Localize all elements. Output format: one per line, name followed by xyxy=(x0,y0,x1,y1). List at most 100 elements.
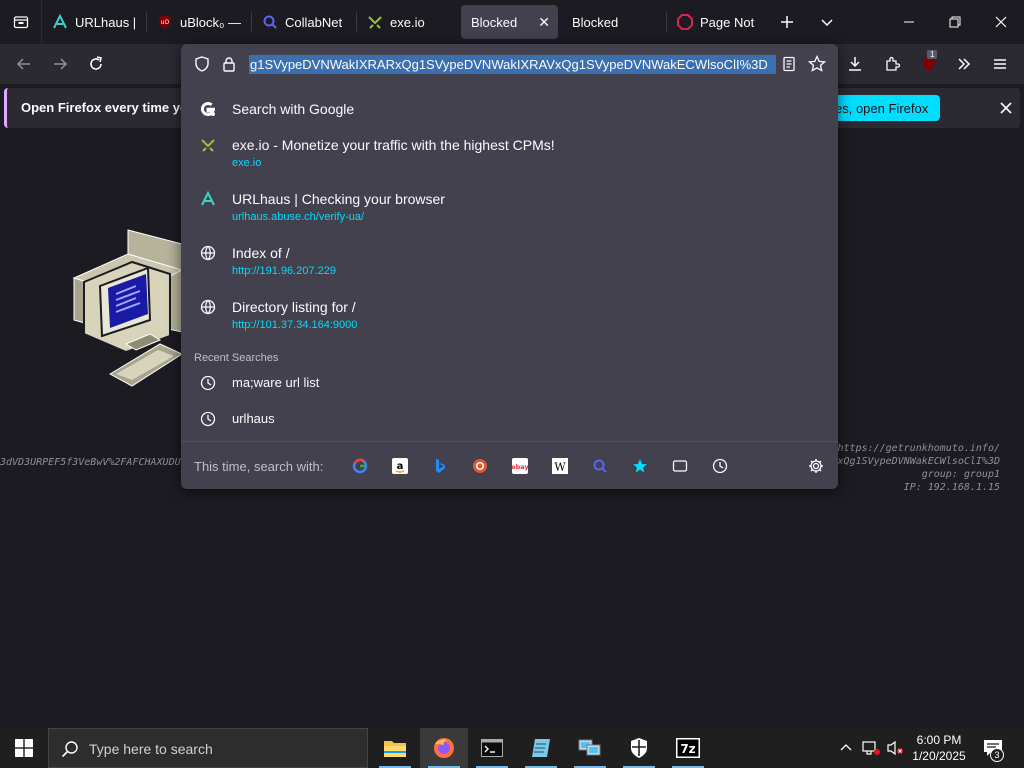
group-label: group: group1 xyxy=(921,469,1000,480)
double-chevron-icon xyxy=(958,58,971,70)
bing-icon[interactable] xyxy=(432,458,448,474)
tracking-protection-shield-icon[interactable] xyxy=(194,56,210,72)
volume-tray-button[interactable] xyxy=(884,728,906,768)
close-window-button[interactable] xyxy=(978,0,1024,44)
recent-search-row[interactable]: ma;ware url list xyxy=(181,370,838,400)
restore-button[interactable] xyxy=(932,0,978,44)
new-tab-button[interactable] xyxy=(767,0,807,44)
tab-exeio[interactable]: exe.io xyxy=(357,0,457,44)
ebay-icon[interactable]: ebay xyxy=(512,458,528,474)
terminal-taskbar-button[interactable] xyxy=(468,728,516,768)
result-title: Directory listing for / xyxy=(232,299,356,315)
recent-searches-header: Recent Searches xyxy=(194,352,279,364)
page-not-found-icon xyxy=(677,14,693,30)
tab-ublock[interactable]: uO uBlock₀ — xyxy=(147,0,251,44)
tab-page-not-found[interactable]: Page Not F xyxy=(667,0,767,44)
recent-search-row[interactable]: urlhaus xyxy=(181,406,838,436)
search-suggestion-row[interactable]: Search with Google xyxy=(181,96,838,128)
security-taskbar-button[interactable] xyxy=(615,728,663,768)
forward-button[interactable] xyxy=(48,52,72,76)
taskbar-search-box[interactable]: Type here to search xyxy=(48,728,368,768)
network-taskbar-button[interactable] xyxy=(566,728,614,768)
globe-icon xyxy=(199,298,217,316)
firefox-view-button[interactable] xyxy=(0,0,42,44)
tab-bar: URLhaus | Ch uO uBlock₀ — CollabNet exe.… xyxy=(0,0,1024,44)
start-button[interactable] xyxy=(0,728,48,768)
tab-blocked[interactable]: Blocked xyxy=(562,0,666,44)
minimize-button[interactable] xyxy=(886,0,932,44)
reader-view-icon[interactable] xyxy=(781,56,797,72)
svg-text:ebay: ebay xyxy=(512,463,528,471)
history-icon[interactable] xyxy=(712,458,728,474)
firefox-taskbar-button[interactable] xyxy=(420,728,468,768)
exeio-icon xyxy=(199,136,217,154)
urlhaus-icon xyxy=(52,14,68,30)
lock-icon[interactable] xyxy=(221,56,237,72)
notification-close-button[interactable] xyxy=(995,97,1017,119)
tab-title: Blocked xyxy=(572,14,619,30)
close-tab-icon[interactable]: ✕ xyxy=(538,14,550,31)
action-center-button[interactable]: 3 xyxy=(976,728,1010,768)
history-result-row[interactable]: Directory listing for / http://101.37.34… xyxy=(181,294,838,336)
file-explorer-taskbar-button[interactable] xyxy=(371,728,419,768)
clock[interactable]: 6:00 PM 1/20/2025 xyxy=(906,732,972,764)
close-icon xyxy=(1000,102,1012,114)
folder-icon xyxy=(384,741,406,757)
result-url: http://191.96.207.229 xyxy=(232,265,336,277)
search-placeholder: Type here to search xyxy=(89,741,213,757)
svg-text:a: a xyxy=(397,461,404,472)
puzzle-icon xyxy=(886,56,900,71)
svg-text:7z: 7z xyxy=(680,742,695,756)
notepad-taskbar-button[interactable] xyxy=(517,728,565,768)
ublock-icon: uO xyxy=(157,14,173,30)
wikipedia-icon[interactable]: W xyxy=(552,458,568,474)
notepad-icon xyxy=(532,739,550,757)
tab-collabnet[interactable]: CollabNet xyxy=(252,0,356,44)
svg-text:W: W xyxy=(554,461,566,474)
bookmark-star-icon[interactable] xyxy=(808,55,826,73)
globe-icon xyxy=(199,244,217,262)
tab-title: Page Not F xyxy=(700,14,757,30)
svg-text:uO: uO xyxy=(161,19,170,26)
history-result-row[interactable]: Index of / http://191.96.207.229 xyxy=(181,240,838,282)
7zip-taskbar-button[interactable]: 7z xyxy=(664,728,712,768)
show-hidden-icons-button[interactable] xyxy=(836,728,856,768)
clock-time: 6:00 PM xyxy=(916,733,962,747)
url-input[interactable]: g1SVypeDVNWakIXRARxQg1SVypeDVNWakIXRAVxQ… xyxy=(249,55,776,74)
bookmarks-icon[interactable] xyxy=(632,458,648,474)
urlhaus-icon xyxy=(199,190,217,208)
restore-icon xyxy=(949,16,961,28)
network-computers-icon xyxy=(578,739,601,756)
extensions-button[interactable] xyxy=(880,52,904,76)
minimize-icon xyxy=(904,21,914,23)
result-title: exe.io - Monetize your traffic with the … xyxy=(232,137,555,153)
reload-button[interactable] xyxy=(84,52,108,76)
tab-blocked-active[interactable]: Blocked ✕ xyxy=(461,5,558,39)
ip-label: IP: 192.168.1.15 xyxy=(903,482,1000,493)
address-bar[interactable]: g1SVypeDVNWakIXRARxQg1SVypeDVNWakIXRAVxQ… xyxy=(181,44,838,84)
overflow-menu-button[interactable] xyxy=(952,52,976,76)
open-firefox-button[interactable]: es, open Firefox xyxy=(833,95,940,121)
tabs-icon[interactable] xyxy=(672,458,688,474)
google-icon[interactable] xyxy=(352,458,368,474)
urlbar-dropdown: g1SVypeDVNWakIXRARxQg1SVypeDVNWakIXRAVxQ… xyxy=(181,44,838,489)
back-button[interactable] xyxy=(12,52,36,76)
downloads-button[interactable] xyxy=(843,52,867,76)
chevron-down-icon xyxy=(821,19,833,27)
firefox-view-icon xyxy=(13,16,28,29)
ublock-toolbar-button[interactable]: 1 xyxy=(917,50,941,76)
network-tray-button[interactable] xyxy=(860,728,882,768)
amazon-icon[interactable]: a xyxy=(392,458,408,474)
history-result-row[interactable]: exe.io - Monetize your traffic with the … xyxy=(181,132,838,174)
tab-urlhaus[interactable]: URLhaus | Ch xyxy=(42,0,146,44)
list-all-tabs-button[interactable] xyxy=(807,0,847,44)
search-icon[interactable] xyxy=(592,458,608,474)
history-result-row[interactable]: URLhaus | Checking your browser urlhaus.… xyxy=(181,186,838,228)
duckduckgo-icon[interactable] xyxy=(472,458,488,474)
terminal-icon xyxy=(481,739,503,757)
tab-title: uBlock₀ — xyxy=(180,14,241,30)
recent-search-text: urlhaus xyxy=(232,411,275,426)
volume-muted-icon xyxy=(887,740,903,756)
search-settings-gear-icon[interactable] xyxy=(808,458,824,474)
app-menu-button[interactable] xyxy=(988,52,1012,76)
